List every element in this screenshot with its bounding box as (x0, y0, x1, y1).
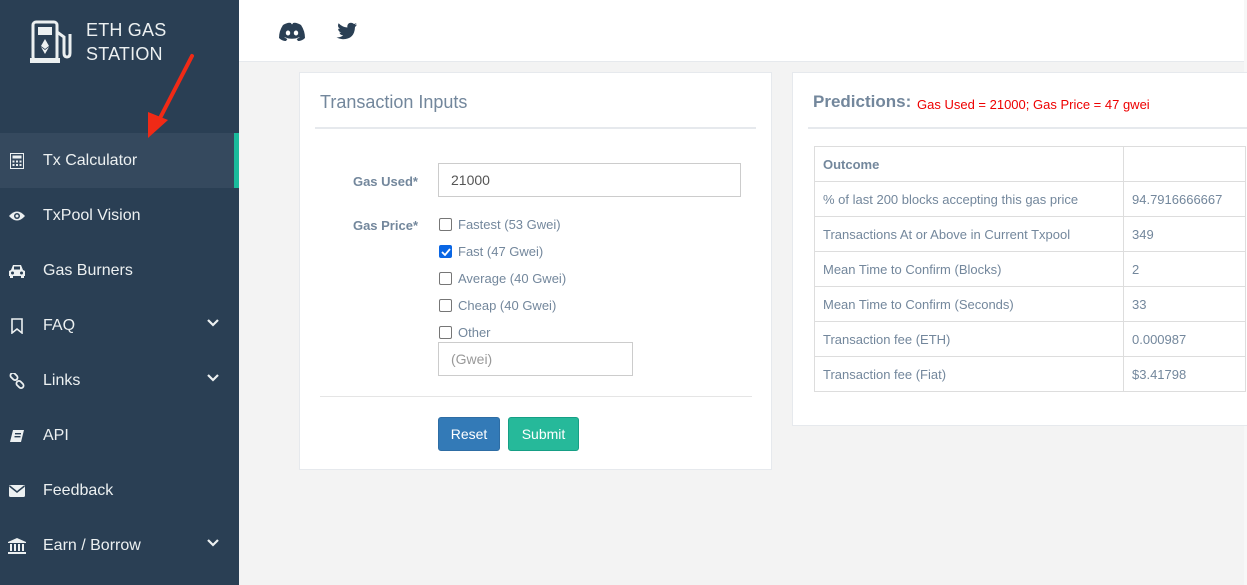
sidebar-item-label: FAQ (43, 316, 76, 334)
brand-name-line1: ETH GAS (86, 20, 167, 40)
book-icon (8, 427, 26, 445)
checkbox[interactable] (439, 218, 452, 231)
panel-title: Transaction Inputs (320, 92, 468, 112)
top-nav (239, 0, 1247, 62)
option-label: Cheap (40 Gwei) (458, 298, 557, 313)
sidebar-item-api[interactable]: API (0, 408, 239, 463)
divider (320, 396, 752, 397)
sidebar-item-txpool-vision[interactable]: TxPool Vision (0, 188, 239, 243)
envelope-icon (8, 482, 26, 500)
sidebar-item-feedback[interactable]: Feedback (0, 463, 239, 518)
checkbox[interactable] (439, 299, 452, 312)
option-label: Average (40 Gwei) (458, 271, 567, 286)
sidebar-item-earn-borrow[interactable]: Earn / Borrow (0, 518, 239, 573)
annotation-arrow-icon (148, 54, 194, 138)
table-cell: 33 (1123, 286, 1246, 322)
sidebar-item-label: Feedback (43, 481, 114, 499)
gas-price-label: Gas Price* (352, 218, 418, 233)
twitter-icon[interactable] (336, 22, 358, 40)
sidebar-item-label: API (43, 426, 69, 444)
table-cell: 94.7916666667 (1123, 181, 1246, 217)
table-row: Mean Time to Confirm (Seconds) 33 (814, 286, 1246, 322)
table-row: Transaction fee (ETH) 0.000987 (814, 321, 1246, 357)
table-cell: % of last 200 blocks accepting this gas … (814, 181, 1124, 217)
chevron-down-icon (207, 374, 219, 382)
sidebar-item-links[interactable]: Links (0, 353, 239, 408)
table-cell: 0.000987 (1123, 321, 1246, 357)
table-header (1123, 146, 1246, 182)
sidebar-item-label: Earn / Borrow (43, 536, 141, 554)
checkmark-icon (440, 247, 451, 256)
sidebar-item-label: Tx Calculator (43, 151, 138, 169)
sidebar-item-faq[interactable]: FAQ (0, 298, 239, 353)
table-header: Outcome (814, 146, 1124, 182)
table-cell: Mean Time to Confirm (Seconds) (814, 286, 1124, 322)
table-header-row: Outcome (814, 146, 1246, 182)
checkbox-checked[interactable] (439, 245, 452, 258)
table-cell: Transaction fee (Fiat) (814, 356, 1124, 392)
option-fast[interactable]: Fast (47 Gwei) (439, 244, 543, 259)
table-cell: Transaction fee (ETH) (814, 321, 1124, 357)
option-average[interactable]: Average (40 Gwei) (439, 271, 566, 286)
sidebar-item-gas-burners[interactable]: Gas Burners (0, 243, 239, 298)
table-row: Transaction fee (Fiat) $3.41798 (814, 356, 1246, 392)
option-cheap[interactable]: Cheap (40 Gwei) (439, 298, 556, 313)
gas-used-label: Gas Used* (352, 174, 418, 189)
eye-icon (8, 207, 26, 225)
table-cell: $3.41798 (1123, 356, 1246, 392)
table-cell: Mean Time to Confirm (Blocks) (814, 251, 1124, 287)
option-label: Fast (47 Gwei) (458, 244, 544, 259)
discord-icon[interactable] (278, 22, 306, 42)
option-label: Other (458, 325, 491, 340)
table-cell: Transactions At or Above in Current Txpo… (814, 216, 1124, 252)
table-row: Mean Time to Confirm (Blocks) 2 (814, 251, 1246, 287)
transaction-inputs-panel: Transaction Inputs Gas Used* 21000 Gas P… (299, 72, 772, 470)
gas-pump-icon (30, 20, 72, 63)
table-row: % of last 200 blocks accepting this gas … (814, 181, 1246, 217)
option-other[interactable]: Other (439, 325, 491, 340)
table-row: Transactions At or Above in Current Txpo… (814, 216, 1246, 252)
predictions-panel: Predictions: Gas Used = 21000; Gas Price… (792, 72, 1247, 426)
panel-title: Predictions: (813, 92, 912, 111)
bank-icon (8, 537, 26, 555)
sidebar: ETH GAS STATION Tx Calculator TxPool Vis… (0, 0, 239, 585)
sidebar-item-label: Links (43, 371, 81, 389)
predictions-summary: Gas Used = 21000; Gas Price = 47 gwei (917, 97, 1150, 112)
chevron-down-icon (207, 539, 219, 547)
sidebar-item-label: TxPool Vision (43, 206, 141, 224)
table-cell: 2 (1123, 251, 1246, 287)
gas-used-input[interactable]: 21000 (438, 163, 741, 197)
reset-button[interactable]: Reset (438, 417, 500, 451)
car-icon (8, 262, 26, 280)
option-fastest[interactable]: Fastest (53 Gwei) (439, 217, 561, 232)
calculator-icon (8, 152, 26, 170)
submit-button[interactable]: Submit (508, 417, 579, 451)
chevron-down-icon (207, 319, 219, 327)
checkbox[interactable] (439, 272, 452, 285)
sidebar-item-label: Gas Burners (43, 261, 133, 279)
checkbox[interactable] (439, 326, 452, 339)
bookmark-icon (8, 317, 26, 335)
link-icon (8, 372, 26, 390)
predictions-table: Outcome % of last 200 blocks accepting t… (814, 146, 1246, 392)
sidebar-item-tx-calculator[interactable]: Tx Calculator (0, 133, 239, 188)
divider (808, 127, 1247, 129)
option-label: Fastest (53 Gwei) (458, 217, 561, 232)
divider (315, 127, 756, 129)
sidebar-nav: Tx Calculator TxPool Vision Gas Burners … (0, 133, 239, 573)
table-cell: 349 (1123, 216, 1246, 252)
other-gwei-input[interactable]: (Gwei) (438, 342, 633, 376)
